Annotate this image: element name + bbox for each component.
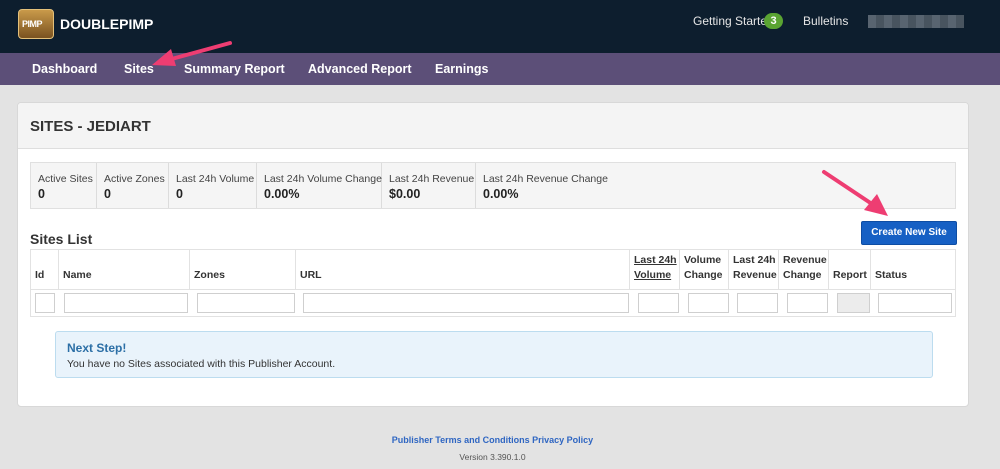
column-header-status[interactable]: Status [871,250,955,290]
filter-row [31,290,955,316]
column-header-label: Last 24h Revenue [733,253,777,283]
alert-title: Next Step! [67,341,127,355]
header-line-2: URL [300,269,322,281]
alert-text: You have no Sites associated with this P… [67,358,336,370]
account-name-redacted[interactable] [868,15,964,28]
column-header-last-24h-volume[interactable]: Last 24h Volume [630,250,680,290]
panel-header: SITES - JEDIART [18,103,968,149]
filter-report-input [837,293,870,313]
column-header-label: Volume Change [684,253,723,283]
column-header-label: Zones [194,268,225,283]
header-line-2: Change [783,269,822,281]
header-line-2: Report [833,269,867,281]
header-line-2: Status [875,269,908,281]
stat-active-zones: Active Zones 0 [97,163,169,208]
header-line-1: Last 24h [634,254,677,266]
column-header-last-24h-revenue[interactable]: Last 24h Revenue [729,250,779,290]
filter-url-input[interactable] [303,293,629,313]
header-line-1: Last 24h [733,254,776,266]
stats-bar: Active Sites 0 Active Zones 0 Last 24h V… [30,162,956,209]
column-header-label: Status [875,268,907,283]
stat-revenue-change: Last 24h Revenue Change 0.00% [476,163,616,208]
stat-label: Active Sites [38,173,93,185]
stat-value: 0 [104,187,111,201]
getting-started-link[interactable]: Getting Started [693,14,774,28]
nav-dashboard[interactable]: Dashboard [32,62,97,76]
create-new-site-button[interactable]: Create New Site [861,221,957,245]
sites-table: Id Name Zones URL Last 24h Volume Volume C… [30,249,956,317]
stat-revenue: Last 24h Revenue $0.00 [382,163,476,208]
top-bar: PIMP DOUBLEPIMP Getting Started 3 Bullet… [0,0,1000,53]
brand-name[interactable]: DOUBLEPIMP [60,16,153,32]
sites-panel: SITES - JEDIART Active Sites 0 Active Zo… [17,102,969,407]
header-line-2: Revenue [733,269,777,281]
stat-label: Last 24h Volume Change [264,173,382,185]
stat-label: Last 24h Revenue Change [483,173,608,185]
column-header-volume-change[interactable]: Volume Change [680,250,729,290]
column-header-report[interactable]: Report [829,250,871,290]
header-line-2: Change [684,269,723,281]
page-title: SITES - JEDIART [30,118,151,135]
footer-links[interactable]: Publisher Terms and Conditions Privacy P… [0,435,985,445]
stat-value: 0.00% [264,187,300,201]
column-header-id[interactable]: Id [31,250,59,290]
nav-summary-report[interactable]: Summary Report [184,62,285,76]
filter-zones-input[interactable] [197,293,295,313]
stat-label: Last 24h Volume [176,173,255,185]
column-header-name[interactable]: Name [59,250,190,290]
column-header-label: Id [35,268,44,283]
column-header-label: Report [833,268,867,283]
filter-revenue-input[interactable] [737,293,778,313]
stat-label: Last 24h Revenue [389,173,475,185]
stat-value: 0 [176,187,183,201]
bulletins-link[interactable]: Bulletins [803,14,848,28]
column-header-zones[interactable]: Zones [190,250,296,290]
column-header-revenue-change[interactable]: Revenue Change [779,250,829,290]
column-header-url[interactable]: URL [296,250,630,290]
footer-version: Version 3.390.1.0 [459,452,526,462]
next-step-alert: Next Step! You have no Sites associated … [55,331,933,378]
column-header-label: Name [63,268,92,283]
main-nav: Dashboard Sites Summary Report Advanced … [0,53,1000,85]
filter-name-input[interactable] [64,293,188,313]
sites-list-title: Sites List [30,231,93,247]
stat-active-sites: Active Sites 0 [31,163,97,208]
header-line-2: Name [63,269,92,281]
stat-value: $0.00 [389,187,421,201]
header-line-1: Volume [684,254,722,266]
header-line-2: Id [35,269,45,281]
stat-volume: Last 24h Volume 0 [169,163,257,208]
stat-value: 0 [38,187,45,201]
column-header-label: URL [300,268,322,283]
filter-volume-change-input[interactable] [688,293,729,313]
stat-label: Active Zones [104,173,165,185]
header-line-1: Revenue [783,254,827,266]
logo-badge-text: PIMP [22,19,43,29]
column-header-label: Revenue Change [783,253,827,283]
header-line-2: Volume [634,269,672,281]
filter-revenue-change-input[interactable] [787,293,828,313]
getting-started-count-badge[interactable]: 3 [764,13,783,29]
filter-volume-input[interactable] [638,293,679,313]
filter-id-input[interactable] [35,293,55,313]
header-line-2: Zones [194,269,225,281]
stat-volume-change: Last 24h Volume Change 0.00% [257,163,382,208]
nav-earnings[interactable]: Earnings [435,62,489,76]
nav-sites[interactable]: Sites [124,62,154,76]
stat-value: 0.00% [483,187,519,201]
nav-advanced-report[interactable]: Advanced Report [308,62,412,76]
column-header-label[interactable]: Last 24h Volume [634,253,677,283]
filter-status-input[interactable] [878,293,952,313]
logo-icon[interactable]: PIMP [18,9,54,39]
